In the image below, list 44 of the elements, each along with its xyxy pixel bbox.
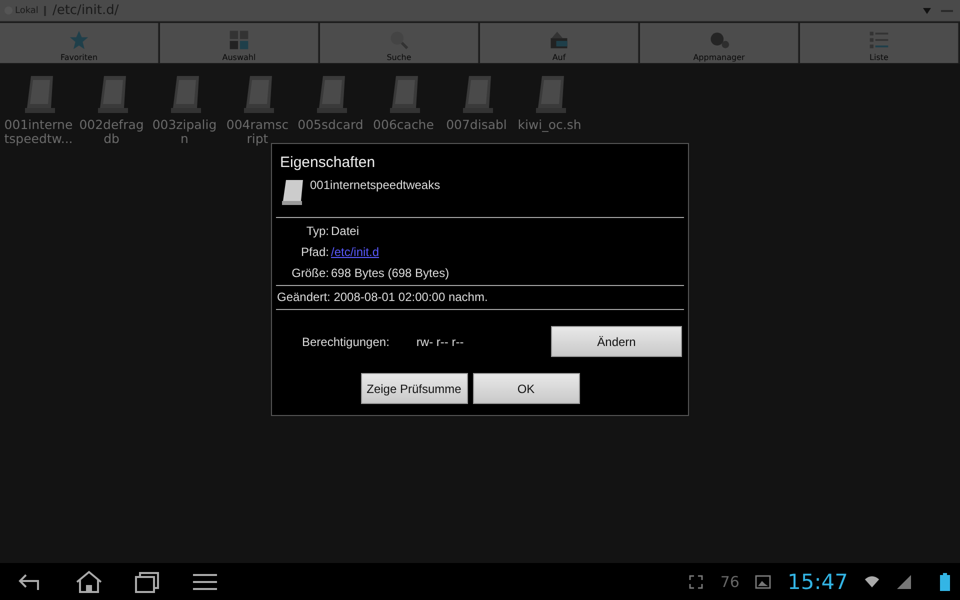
toolbar-button[interactable]: Liste xyxy=(800,23,959,63)
detail-label: Typ: xyxy=(305,224,330,238)
wifi-icon xyxy=(864,574,880,590)
recent-apps-icon[interactable] xyxy=(132,570,162,594)
dialog-title: Eigenschaften xyxy=(279,153,376,173)
file-name[interactable]: kiwi_oc.sh xyxy=(518,118,582,132)
search-icon xyxy=(388,29,410,51)
file-name[interactable]: 004ramsc ript xyxy=(226,118,289,146)
expand-icon xyxy=(688,574,704,590)
file-name[interactable]: 007disabl xyxy=(446,118,507,132)
modified-date: Geändert: 2008-08-01 02:00:00 nachm. xyxy=(276,289,489,306)
dialog-button[interactable]: Zeige Prüfsumme xyxy=(360,373,468,404)
clock: 15:47 xyxy=(787,570,848,594)
detail-value: 698 Bytes (698 Bytes) xyxy=(331,266,450,280)
detail-value: Datei xyxy=(331,224,360,238)
change-button[interactable]: Ändern xyxy=(551,326,682,357)
image-icon xyxy=(755,574,772,590)
grid-icon xyxy=(228,29,250,51)
file-name[interactable]: 005sdcard xyxy=(298,118,364,132)
path-link[interactable]: /etc/init.d xyxy=(331,244,380,258)
toolbar-button[interactable]: Suche xyxy=(320,23,479,63)
folder-up-icon xyxy=(548,29,570,51)
battery-icon xyxy=(940,572,950,590)
file-name: 001internetspeedtweaks xyxy=(310,178,440,192)
permissions-value: rw- r-- r-- xyxy=(416,334,464,348)
detail-label: Größe: xyxy=(290,266,330,280)
dialog-button[interactable]: OK xyxy=(472,373,580,404)
notification-count: 76 xyxy=(720,572,740,590)
file-icon xyxy=(280,177,306,207)
file-name[interactable]: 001interne tspeedtw... xyxy=(4,118,73,146)
star-icon xyxy=(68,29,90,51)
toolbar-button[interactable]: Favoriten xyxy=(0,23,159,63)
home-icon[interactable] xyxy=(74,570,104,594)
detail-label: Pfad: xyxy=(300,244,330,258)
toolbar-button[interactable]: Appmanager xyxy=(640,23,799,63)
list-icon xyxy=(868,29,890,51)
file-name[interactable]: 002defrag db xyxy=(79,118,144,146)
permissions-label: Berechtigungen: xyxy=(302,334,390,348)
file-name[interactable]: 006cache xyxy=(373,118,434,132)
file-name[interactable]: 003zipalig n xyxy=(152,118,217,146)
signal-icon xyxy=(896,574,912,590)
dropdown-icon[interactable] xyxy=(922,6,932,14)
toolbar-button[interactable]: Auf xyxy=(480,23,639,63)
toolbar-button[interactable]: Auswahl xyxy=(160,23,319,63)
